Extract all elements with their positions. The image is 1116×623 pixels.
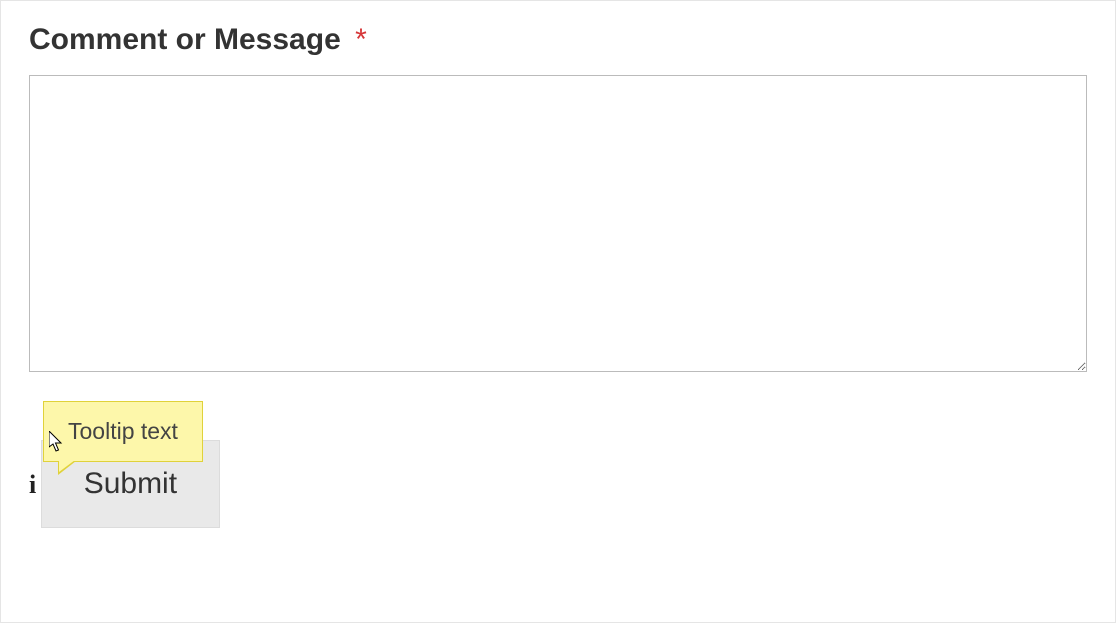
- tooltip-container: Tooltip text i: [29, 472, 36, 498]
- comment-field-label: Comment or Message *: [29, 23, 367, 57]
- tooltip-text: Tooltip text: [68, 418, 178, 444]
- info-icon[interactable]: i: [29, 472, 36, 498]
- tooltip-arrow-icon: [58, 461, 76, 475]
- comment-textarea[interactable]: [29, 75, 1087, 372]
- required-asterisk: *: [355, 23, 367, 56]
- tooltip-bubble: Tooltip text: [43, 401, 203, 462]
- field-label-text: Comment or Message: [29, 23, 341, 56]
